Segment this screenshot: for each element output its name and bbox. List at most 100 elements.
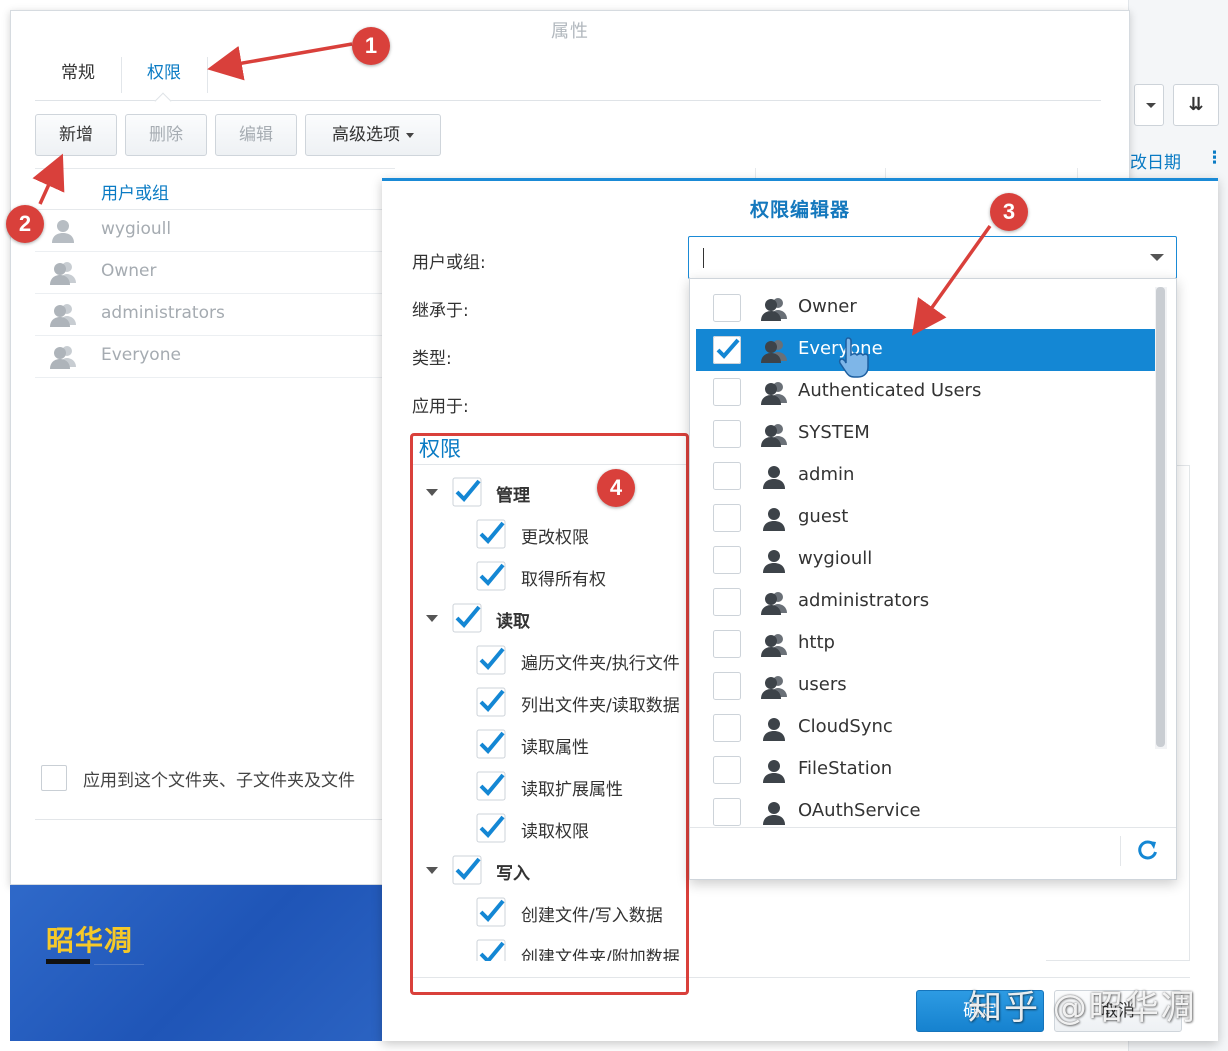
editor-title: 权限编辑器 <box>749 199 850 221</box>
dropdown-item[interactable]: Authenticated Users <box>696 371 1160 413</box>
add-button[interactable]: 新增 <box>35 114 117 156</box>
banner-subline <box>94 957 144 965</box>
annotation-highlight-box <box>410 433 689 995</box>
checkbox-icon[interactable] <box>713 798 741 826</box>
apply-to-subfolders-label: 应用到这个文件夹、子文件夹及文件 <box>83 771 355 791</box>
user-icon <box>763 718 785 741</box>
dropdown-item-label: admin <box>798 464 855 485</box>
apply-to-subfolders-checkbox[interactable] <box>41 765 67 791</box>
dropdown-item-label: wygioull <box>798 548 873 569</box>
dropdown-item[interactable]: http <box>696 623 1160 665</box>
inherited-from-label: 继承于: <box>412 301 469 321</box>
dialog-title: 属性 <box>551 21 589 42</box>
scrollbar-thumb[interactable] <box>1156 287 1165 747</box>
group-icon <box>50 304 76 327</box>
group-icon <box>50 346 76 369</box>
tab-divider <box>207 57 208 93</box>
checkbox-icon[interactable] <box>713 672 741 700</box>
delete-button[interactable]: 删除 <box>125 114 207 156</box>
group-icon <box>761 298 787 321</box>
refresh-icon[interactable] <box>1134 837 1160 863</box>
annotation-badge: 2 <box>6 205 44 243</box>
dropdown-item-label: SYSTEM <box>798 422 870 443</box>
group-icon <box>50 262 76 285</box>
row-name: Owner <box>101 261 157 281</box>
user-icon <box>763 466 785 489</box>
dropdown-item[interactable]: wygioull <box>696 539 1160 581</box>
annotation-badge: 1 <box>352 27 390 65</box>
tab-general[interactable]: 常规 <box>35 51 121 101</box>
annotation-badge: 3 <box>990 193 1028 231</box>
user-icon <box>52 220 74 243</box>
row-name: Everyone <box>101 345 181 365</box>
list-row[interactable]: administrators <box>35 294 395 336</box>
dropdown-item-label: CloudSync <box>798 716 893 737</box>
checkbox-icon[interactable] <box>713 588 741 616</box>
group-icon <box>761 424 787 447</box>
checkbox-icon[interactable] <box>713 420 741 448</box>
checkbox-icon[interactable] <box>713 294 741 322</box>
divider <box>35 819 395 820</box>
user-or-group-combobox[interactable] <box>688 236 1177 279</box>
checkbox-icon[interactable] <box>713 630 741 658</box>
dropdown-item[interactable]: FileStation <box>696 749 1160 791</box>
group-icon <box>761 382 787 405</box>
banner-logo: 昭华凋 <box>46 924 134 957</box>
dropdown-item[interactable]: admin <box>696 455 1160 497</box>
edit-button[interactable]: 编辑 <box>215 114 297 156</box>
row-name: wygioull <box>101 219 172 239</box>
dropdown-item[interactable]: Everyone <box>696 329 1160 371</box>
dropdown-item-label: OAuthService <box>798 800 921 821</box>
checkbox-icon[interactable] <box>713 756 741 784</box>
dropdown-item-label: users <box>798 674 847 695</box>
tab-bar: 常规 权限 <box>35 51 1101 101</box>
sort-icon[interactable]: ⇊ <box>1173 84 1219 126</box>
watermark: 知乎 @昭华凋 <box>968 988 1197 1028</box>
dropdown-item-label: http <box>798 632 835 653</box>
dropdown-item[interactable]: guest <box>696 497 1160 539</box>
text-cursor <box>703 248 704 268</box>
type-label: 类型: <box>412 349 452 369</box>
caret-down-icon <box>406 132 414 138</box>
dropdown-item[interactable]: SYSTEM <box>696 413 1160 455</box>
group-icon <box>761 592 787 615</box>
checkbox-icon[interactable] <box>713 504 741 532</box>
logo-banner: 昭华凋 <box>10 885 382 1041</box>
group-icon <box>761 676 787 699</box>
list-row[interactable]: Everyone <box>35 336 395 378</box>
hand-cursor-icon <box>838 337 869 378</box>
background-dropdown-button[interactable] <box>1134 84 1164 126</box>
advanced-options-button[interactable]: 高级选项 <box>305 114 441 156</box>
dropdown-item[interactable]: OAuthService <box>696 791 1160 827</box>
divider <box>1120 836 1121 866</box>
checkbox-icon[interactable] <box>713 462 741 490</box>
dropdown-item[interactable]: administrators <box>696 581 1160 623</box>
group-icon <box>761 340 787 363</box>
user-icon <box>763 802 785 825</box>
dropdown-item-label: guest <box>798 506 849 527</box>
annotation-badge: 4 <box>597 469 635 507</box>
dropdown-item-label: Authenticated Users <box>798 380 982 401</box>
row-name: administrators <box>101 303 225 323</box>
chevron-down-icon[interactable] <box>1150 254 1164 261</box>
user-group-dropdown[interactable]: Owner Everyone Authenticated Users SYSTEM ad… <box>689 278 1177 880</box>
list-row[interactable]: Owner <box>35 252 395 294</box>
list-row[interactable]: wygioull <box>35 210 395 252</box>
more-options-icon[interactable]: ⋮ <box>1206 148 1223 168</box>
date-column-header[interactable]: 改日期 <box>1130 148 1181 173</box>
dropdown-item[interactable]: Owner <box>696 287 1160 329</box>
list-header: 用户或组 <box>35 168 395 210</box>
checkbox-icon[interactable] <box>713 378 741 406</box>
column-user-or-group[interactable]: 用户或组 <box>101 179 169 204</box>
checkbox-icon[interactable] <box>713 714 741 742</box>
dropdown-item[interactable]: CloudSync <box>696 707 1160 749</box>
dropdown-list: Owner Everyone Authenticated Users SYSTEM ad… <box>690 287 1160 827</box>
checkbox-icon[interactable] <box>713 546 741 574</box>
user-icon <box>763 550 785 573</box>
dropdown-item-label: FileStation <box>798 758 893 779</box>
checkbox-checked-icon[interactable] <box>713 336 741 364</box>
dropdown-item[interactable]: users <box>696 665 1160 707</box>
user-or-group-label: 用户或组: <box>412 253 486 273</box>
dropdown-item-label: administrators <box>798 590 930 611</box>
screenshot-root: ⇊ 改日期 ⋮ 属性 常规 权限 新增 删除 编辑 高级选项 用户或组 wygi… <box>0 0 1228 1051</box>
